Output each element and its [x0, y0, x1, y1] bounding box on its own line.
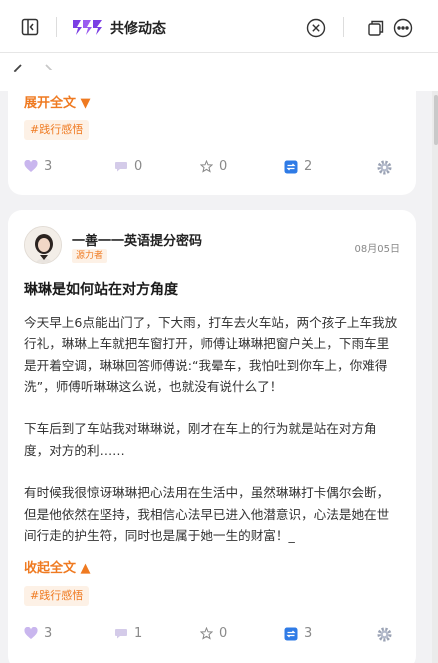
scrollbar-thumb[interactable] — [434, 95, 438, 145]
post-date: 08月05日 — [354, 244, 400, 255]
like-count: 3 — [44, 626, 53, 641]
post-card: 一善一一英语提分密码 源力者 08月05日 琳琳是如何站在对方角度 今天早上6点… — [8, 210, 416, 663]
like-button[interactable]: 3 — [24, 626, 52, 641]
author-name[interactable]: 一善一一英语提分密码 — [72, 230, 202, 249]
topic-tag[interactable]: #践行感悟 — [24, 120, 90, 140]
avatar[interactable] — [24, 226, 62, 264]
share-button[interactable]: 2 — [284, 159, 312, 174]
post-paragraph: 有时候我很惊讶琳琳把心法用在生活中，虽然琳琳打卡偶尔会断，但是他依然在坚持，我相… — [24, 485, 390, 543]
post-actions: 3 1 0 3 — [8, 626, 416, 646]
titlebar-divider — [343, 17, 344, 37]
vertical-scrollbar[interactable] — [432, 91, 438, 663]
comment-button[interactable]: 1 — [114, 626, 142, 641]
share-count: 2 — [304, 159, 313, 174]
favorite-count: 0 — [219, 159, 228, 174]
settings-gear-icon[interactable] — [376, 159, 393, 176]
heart-icon — [24, 160, 38, 173]
comment-count: 0 — [134, 159, 143, 174]
expand-full-text-button[interactable]: 展开全文 ▼ — [24, 92, 91, 111]
app-logo-icon — [72, 17, 104, 37]
new-window-icon[interactable] — [366, 18, 386, 38]
share-count: 3 — [304, 626, 313, 641]
role-badge: 源力者 — [72, 249, 108, 263]
comment-count: 1 — [134, 626, 143, 641]
share-icon — [284, 627, 298, 641]
share-button[interactable]: 3 — [284, 626, 312, 641]
favorite-button[interactable]: 0 — [200, 159, 227, 174]
star-icon — [200, 160, 213, 173]
post-title: 琳琳是如何站在对方角度 — [24, 282, 178, 298]
like-button[interactable]: 3 — [24, 159, 52, 174]
star-icon — [200, 627, 213, 640]
window-title: 共修动态 — [110, 21, 166, 37]
favorite-count: 0 — [219, 626, 228, 641]
post-card: 展开全文 ▼ #践行感悟 3 0 0 2 — [8, 70, 416, 195]
comment-button[interactable]: 0 — [114, 159, 142, 174]
settings-gear-icon[interactable] — [376, 626, 393, 643]
sidebar-toggle-icon[interactable] — [20, 17, 40, 37]
collapse-full-text-button[interactable]: 收起全文 ▲ — [24, 557, 91, 576]
post-body: 今天早上6点能出门了，下大雨，打车去火车站，两个孩子上车我放行礼，琳琳上车就把车… — [24, 312, 400, 546]
post-paragraph: 下车后到了车站我对琳琳说，刚才在车上的行为就是站在对方角度，对方的利…… — [24, 421, 377, 458]
share-icon — [284, 160, 298, 174]
post-actions: 3 0 0 2 — [8, 159, 416, 179]
like-count: 3 — [44, 159, 53, 174]
topic-tag[interactable]: #践行感悟 — [24, 586, 90, 606]
window-titlebar: 共修动态 — [0, 0, 438, 53]
favorite-button[interactable]: 0 — [200, 626, 227, 641]
more-icon[interactable] — [392, 17, 414, 39]
post-paragraph: 今天早上6点能出门了，下大雨，打车去火车站，两个孩子上车我放行礼，琳琳上车就把车… — [24, 315, 398, 394]
comment-icon — [114, 627, 128, 640]
heart-icon — [24, 627, 38, 640]
close-circle-icon[interactable] — [305, 17, 327, 39]
titlebar-divider — [56, 17, 57, 37]
comment-icon — [114, 160, 128, 173]
